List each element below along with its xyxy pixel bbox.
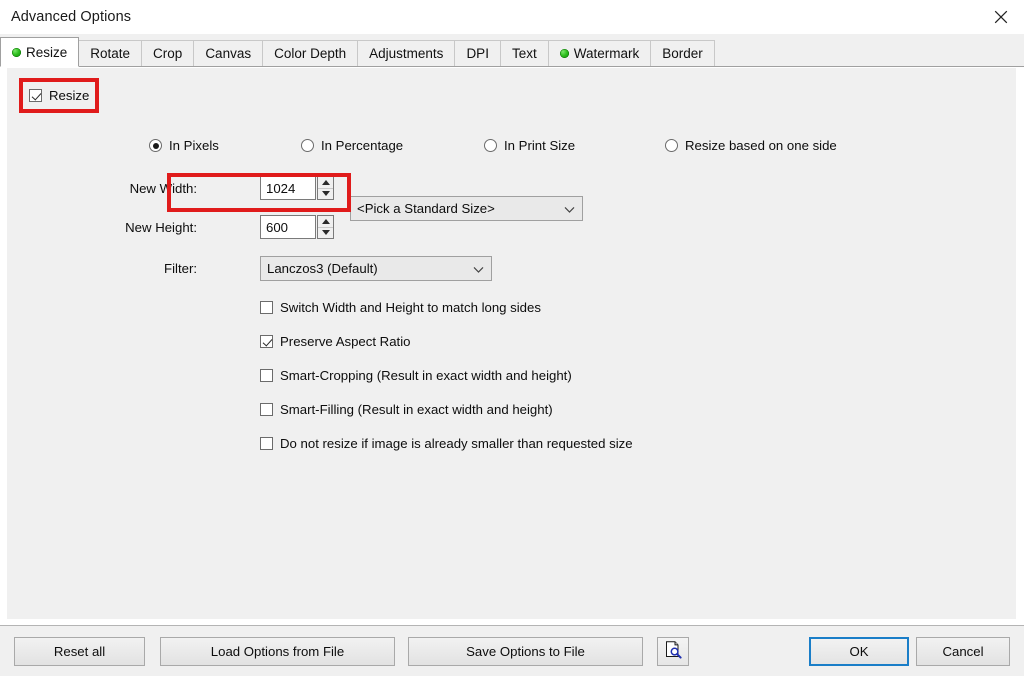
- ok-button[interactable]: OK: [809, 637, 909, 666]
- window-title: Advanced Options: [11, 9, 132, 25]
- tab-label: Color Depth: [274, 46, 347, 61]
- new-width-input[interactable]: 1024: [260, 176, 316, 200]
- checkbox-box-icon: [260, 437, 273, 450]
- dialog-footer: Reset all Load Options from File Save Op…: [0, 625, 1024, 676]
- option-preserve-aspect-ratio[interactable]: Preserve Aspect Ratio: [260, 334, 410, 349]
- tab-label: Canvas: [205, 46, 252, 61]
- filter-label: Filter:: [164, 261, 197, 276]
- chevron-down-icon: [564, 206, 575, 215]
- checkbox-box-icon: [29, 89, 42, 102]
- tab-crop[interactable]: Crop: [141, 40, 195, 66]
- preview-button[interactable]: [657, 637, 689, 666]
- window-titlebar: Advanced Options: [0, 0, 1024, 34]
- checkbox-box-icon: [260, 403, 273, 416]
- tab-border[interactable]: Border: [650, 40, 715, 66]
- radio-circle-icon: [149, 139, 162, 152]
- new-height-stepper[interactable]: [317, 215, 334, 239]
- radio-label: In Percentage: [321, 138, 404, 153]
- stepper-down-icon[interactable]: [318, 189, 333, 200]
- radio-circle-icon: [301, 139, 314, 152]
- radio-label: In Pixels: [169, 138, 219, 153]
- option-label: Preserve Aspect Ratio: [280, 334, 411, 349]
- option-smart-cropping[interactable]: Smart-Cropping (Result in exact width an…: [260, 368, 572, 383]
- document-magnifier-icon: [665, 641, 682, 662]
- stepper-down-icon[interactable]: [318, 228, 333, 239]
- cancel-button[interactable]: Cancel: [916, 637, 1010, 666]
- tab-label: Rotate: [90, 46, 131, 61]
- radio-circle-icon: [484, 139, 497, 152]
- checkbox-box-icon: [260, 335, 273, 348]
- new-height-input[interactable]: 600: [260, 215, 316, 239]
- radio-in-percentage[interactable]: In Percentage: [301, 138, 403, 153]
- reset-all-button[interactable]: Reset all: [14, 637, 145, 666]
- radio-circle-icon: [665, 139, 678, 152]
- checkbox-box-icon: [260, 369, 273, 382]
- tab-label: DPI: [466, 46, 489, 61]
- radio-in-pixels[interactable]: In Pixels: [149, 138, 219, 153]
- resize-enable-checkbox[interactable]: Resize: [29, 88, 89, 103]
- tab-label: Text: [511, 46, 537, 61]
- option-label: Smart-Filling (Result in exact width and…: [280, 402, 553, 417]
- tab-label: Crop: [153, 46, 183, 61]
- checkbox-box-icon: [260, 301, 273, 314]
- tab-rotate[interactable]: Rotate: [78, 40, 143, 66]
- tab-label: Watermark: [573, 46, 640, 61]
- status-dot-icon: [559, 49, 569, 58]
- tab-canvas[interactable]: Canvas: [193, 40, 264, 66]
- new-width-stepper[interactable]: [317, 176, 334, 200]
- standard-size-value: <Pick a Standard Size>: [357, 201, 495, 216]
- stepper-up-icon[interactable]: [318, 216, 333, 228]
- tab-label: Adjustments: [369, 46, 444, 61]
- tab-dpi[interactable]: DPI: [454, 40, 501, 66]
- new-height-label: New Height:: [125, 220, 197, 235]
- tab-label: Border: [662, 46, 703, 61]
- option-label: Do not resize if image is already smalle…: [280, 436, 633, 451]
- resize-options-panel: Resize In Pixels In Percentage In Print …: [6, 67, 1017, 620]
- tab-resize[interactable]: Resize: [0, 37, 80, 67]
- save-options-to-file-button[interactable]: Save Options to File: [408, 637, 643, 666]
- option-do-not-resize-if-smaller[interactable]: Do not resize if image is already smalle…: [260, 436, 633, 451]
- option-smart-filling[interactable]: Smart-Filling (Result in exact width and…: [260, 402, 553, 417]
- filter-value: Lanczos3 (Default): [267, 261, 378, 276]
- tab-color-depth[interactable]: Color Depth: [262, 40, 359, 66]
- new-width-label: New Width:: [129, 181, 197, 196]
- radio-label: In Print Size: [504, 138, 576, 153]
- tab-watermark[interactable]: Watermark: [547, 40, 652, 66]
- option-label: Switch Width and Height to match long si…: [280, 300, 541, 315]
- resize-enable-label: Resize: [49, 88, 90, 103]
- tab-text[interactable]: Text: [499, 40, 549, 66]
- tab-adjustments[interactable]: Adjustments: [357, 40, 456, 66]
- option-label: Smart-Cropping (Result in exact width an…: [280, 368, 572, 383]
- close-icon[interactable]: [978, 0, 1024, 34]
- option-switch-width-height[interactable]: Switch Width and Height to match long si…: [260, 300, 541, 315]
- radio-in-print-size[interactable]: In Print Size: [484, 138, 575, 153]
- standard-size-dropdown[interactable]: <Pick a Standard Size>: [350, 196, 583, 221]
- status-dot-icon: [12, 47, 21, 57]
- radio-label: Resize based on one side: [685, 138, 837, 153]
- tab-label: Resize: [26, 44, 68, 60]
- stepper-up-icon[interactable]: [318, 177, 333, 189]
- filter-dropdown[interactable]: Lanczos3 (Default): [260, 256, 492, 281]
- chevron-down-icon: [473, 266, 484, 275]
- tab-bar: Resize Rotate Crop Canvas Color Depth Ad…: [0, 34, 1024, 67]
- load-options-from-file-button[interactable]: Load Options from File: [160, 637, 395, 666]
- radio-resize-based-on-one-side[interactable]: Resize based on one side: [665, 138, 837, 153]
